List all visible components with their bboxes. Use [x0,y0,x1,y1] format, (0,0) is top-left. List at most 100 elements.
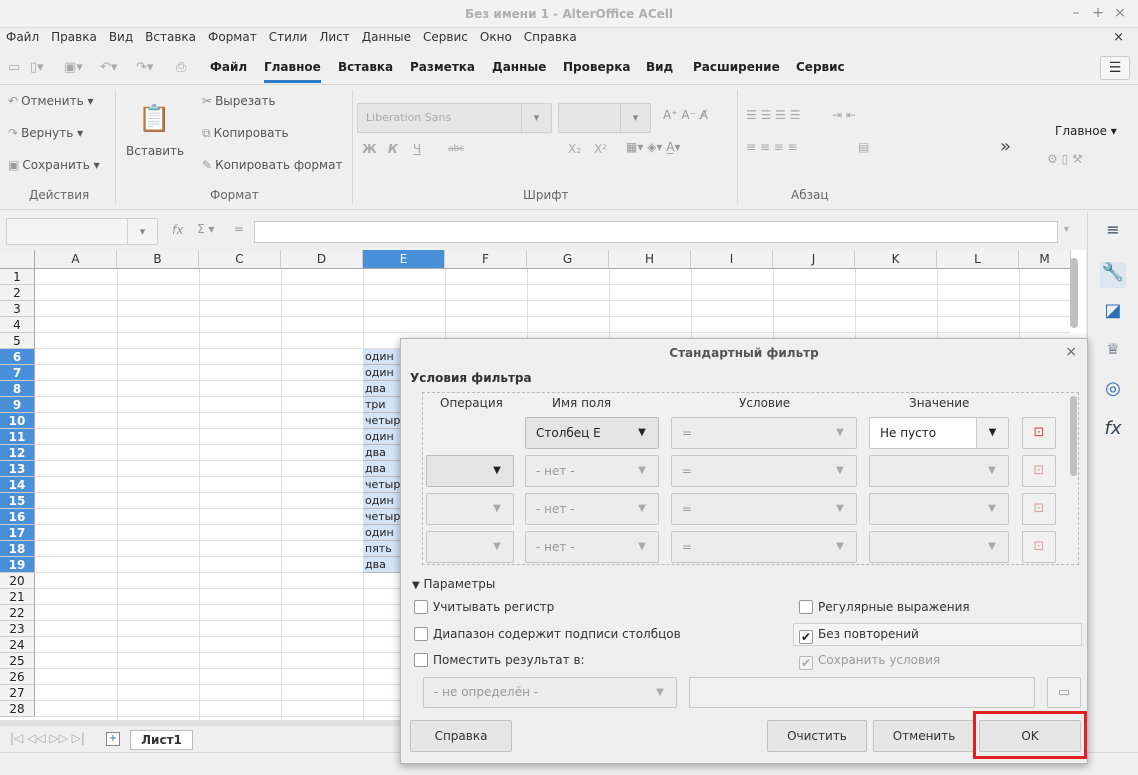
valign-icons[interactable]: ☰ ☰ ☰ ☰ [746,108,800,122]
equals-icon[interactable]: = [234,222,244,236]
redo-button[interactable]: ↷ Вернуть ▾ [8,126,83,140]
shrink-dialog-button[interactable]: ▭ [1047,677,1081,708]
condition-select-1[interactable]: = ▼ [671,417,857,449]
row-header-20[interactable]: 20 [0,573,35,589]
wrap-icon[interactable]: ▤ [858,140,869,154]
row-header-12[interactable]: 12 [0,445,35,461]
more-chevron-icon[interactable]: » [1000,136,1011,157]
value-combo-3[interactable]: ▼ [869,493,1009,525]
copy-results-checkbox[interactable]: Поместить результат в: [414,653,585,667]
row-header-8[interactable]: 8 [0,381,35,397]
paste-icon[interactable]: 📋 [138,104,170,134]
align-icons[interactable]: ≡ ≡ ≡ ≡ [746,140,798,154]
bold-button[interactable]: Ж [362,142,377,156]
column-header-f[interactable]: F [445,250,527,269]
row-header-21[interactable]: 21 [0,589,35,605]
column-header-h[interactable]: H [609,250,691,269]
wrench-icon[interactable]: 🔧 [1100,262,1126,288]
menu-sheet[interactable]: Лист [313,28,355,44]
row-header-18[interactable]: 18 [0,541,35,557]
copy-target-select[interactable]: - не определён - ▼ [423,677,677,708]
operation-select-2[interactable]: ▼ [426,455,514,487]
sidebar-menu-icon[interactable]: ≡ [1100,220,1126,246]
tab-review[interactable]: Проверка [563,60,630,74]
row-header-5[interactable]: 5 [0,333,35,349]
save-button[interactable]: ▣ Сохранить ▾ [8,158,100,172]
redo-quick-icon[interactable]: ↷▾ [136,60,153,75]
row-header-15[interactable]: 15 [0,493,35,509]
navigator-icon[interactable]: ◎ [1100,378,1126,404]
menu-window[interactable]: Окно [474,28,518,44]
font-size-combo[interactable]: ▾ [558,103,651,133]
column-header-c[interactable]: C [199,250,281,269]
row-header-24[interactable]: 24 [0,637,35,653]
copy-button[interactable]: ⧉ Копировать [202,126,289,141]
tab-home[interactable]: Главное [264,60,321,83]
maximize-button[interactable]: + [1090,5,1106,21]
column-header-d[interactable]: D [281,250,363,269]
expand-formula-icon[interactable]: ▾ [1064,224,1069,235]
field-select-3[interactable]: - нет - ▼ [525,493,659,525]
column-header-j[interactable]: J [773,250,855,269]
no-duplicates-checkbox[interactable]: ✔ Без повторений [799,627,919,644]
row-header-25[interactable]: 25 [0,653,35,669]
field-select-4[interactable]: - нет - ▼ [525,531,659,563]
row-header-19[interactable]: 19 [0,557,35,573]
condition-select-2[interactable]: = ▼ [671,455,857,487]
value-combo-1[interactable]: Не пусто ▼ [869,417,1009,449]
case-sensitive-checkbox[interactable]: Учитывать регистр [414,600,554,614]
tab-insert[interactable]: Вставка [338,60,393,74]
borders-icon[interactable]: ▦▾ ◈▾ A̲▾ [626,140,680,154]
row-header-16[interactable]: 16 [0,509,35,525]
tab-tools[interactable]: Сервис [796,60,845,74]
column-header-m[interactable]: M [1019,250,1071,269]
value-combo-2[interactable]: ▼ [869,455,1009,487]
formula-input[interactable] [254,221,1058,243]
hamburger-menu-button[interactable]: ☰ [1100,56,1130,80]
row-header-17[interactable]: 17 [0,525,35,541]
sheet-nav-icons[interactable]: |◁ ◁◁ ▷▷ ▷| [10,731,85,745]
menu-styles[interactable]: Стили [263,28,314,44]
menu-view[interactable]: Вид [103,28,139,44]
row-header-13[interactable]: 13 [0,461,35,477]
menu-tools[interactable]: Сервис [417,28,474,44]
row-header-1[interactable]: 1 [0,269,35,285]
column-header-i[interactable]: I [691,250,773,269]
font-name-combo[interactable]: Liberation Sans ▾ [357,103,552,133]
tab-extensions[interactable]: Расширение [693,60,780,74]
help-button[interactable]: Справка [410,720,512,752]
menu-data[interactable]: Данные [356,28,417,44]
row-header-14[interactable]: 14 [0,477,35,493]
clear-button[interactable]: Очистить [767,720,867,752]
field-select-1[interactable]: Столбец E ▼ [525,417,659,449]
functions-icon[interactable]: fx [1100,418,1126,444]
close-document-button[interactable]: × [1113,30,1124,45]
tab-layout[interactable]: Разметка [410,60,475,74]
keep-filter-checkbox[interactable]: ✔ Сохранить условия [799,653,940,670]
value-combo-4[interactable]: ▼ [869,531,1009,563]
row-header-4[interactable]: 4 [0,317,35,333]
undo-button[interactable]: ↶ Отменить ▾ [8,94,93,108]
indent-icons[interactable]: ⇥ ⇤ [832,108,856,122]
close-window-button[interactable]: × [1112,5,1128,21]
operation-select-3[interactable]: ▼ [426,493,514,525]
regex-checkbox[interactable]: Регулярные выражения [799,600,970,614]
column-header-b[interactable]: B [117,250,199,269]
new-dropdown-icon[interactable]: ▯▾ [30,60,44,75]
trophy-icon[interactable]: ♕ [1100,340,1126,366]
menu-file[interactable]: Файл [0,28,45,44]
condition-select-3[interactable]: = ▼ [671,493,857,525]
menu-insert[interactable]: Вставка [139,28,202,44]
copy-format-button[interactable]: ✎ Копировать формат [202,158,342,172]
remove-condition-1-button[interactable]: ⊡ [1022,417,1056,449]
undo-quick-icon[interactable]: ↶▾ [100,60,117,75]
menu-help[interactable]: Справка [518,28,583,44]
tab-data[interactable]: Данные [492,60,546,74]
row-header-11[interactable]: 11 [0,429,35,445]
name-box[interactable]: ▾ [6,218,158,245]
row-header-9[interactable]: 9 [0,397,35,413]
grow-font-icon[interactable]: A⁺ A⁻ A̸ [663,108,708,122]
row-header-26[interactable]: 26 [0,669,35,685]
column-header-k[interactable]: K [855,250,937,269]
field-select-2[interactable]: - нет - ▼ [525,455,659,487]
